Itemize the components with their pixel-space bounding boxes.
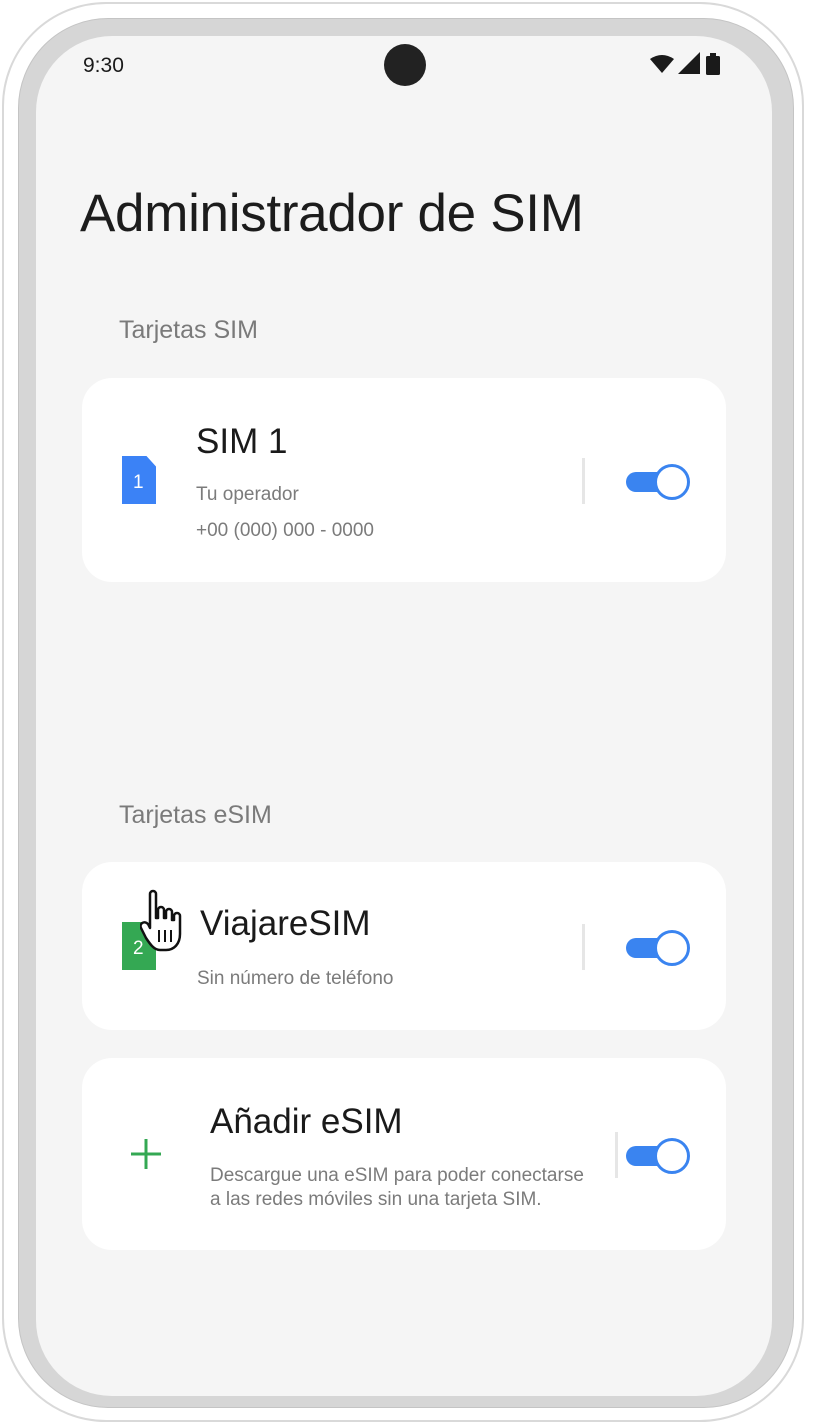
status-time: 9:30 bbox=[83, 54, 124, 77]
sim1-card[interactable]: 1 SIM 1 Tu operador +00 (000) 000 - 0000 bbox=[82, 378, 726, 582]
add-esim-description-line2: a las redes móviles sin una tarjeta SIM. bbox=[210, 1189, 542, 1210]
battery-icon bbox=[706, 53, 720, 75]
add-esim-description: Descargue una eSIM para poder conectarse… bbox=[210, 1164, 584, 1212]
screen: 9:30 Administrador de SIM Tarjetas SIM 1… bbox=[36, 36, 772, 1396]
sim1-toggle[interactable] bbox=[626, 464, 690, 500]
esim1-toggle[interactable] bbox=[626, 930, 690, 966]
signal-icon bbox=[678, 52, 700, 74]
sim1-operator: Tu operador bbox=[196, 484, 299, 505]
toggle-thumb bbox=[654, 930, 690, 966]
add-esim-description-line1: Descargue una eSIM para poder conectarse bbox=[210, 1165, 584, 1186]
section-label-sim: Tarjetas SIM bbox=[119, 316, 258, 344]
esim-card-icon: 2 bbox=[122, 922, 156, 970]
esim1-name: ViajareSIM bbox=[200, 904, 371, 943]
toggle-thumb bbox=[654, 1138, 690, 1174]
add-esim-title: Añadir eSIM bbox=[210, 1102, 403, 1141]
esim1-card[interactable]: 2 ViajareSIM Sin número de teléfono bbox=[82, 862, 726, 1030]
status-icons bbox=[650, 52, 720, 75]
card-divider bbox=[615, 1132, 618, 1178]
wifi-icon bbox=[650, 55, 674, 73]
sim-card-icon: 1 bbox=[122, 456, 156, 504]
add-esim-card[interactable]: Añadir eSIM Descargue una eSIM para pode… bbox=[82, 1058, 726, 1250]
sim1-name: SIM 1 bbox=[196, 422, 288, 461]
page-title: Administrador de SIM bbox=[80, 184, 584, 243]
card-divider bbox=[582, 924, 585, 970]
esim1-phone: Sin número de teléfono bbox=[197, 968, 394, 989]
add-esim-toggle[interactable] bbox=[626, 1138, 690, 1174]
section-label-esim: Tarjetas eSIM bbox=[119, 801, 272, 829]
front-camera bbox=[384, 44, 426, 86]
plus-icon bbox=[131, 1139, 161, 1169]
sim1-phone: +00 (000) 000 - 0000 bbox=[196, 520, 374, 541]
card-divider bbox=[582, 458, 585, 504]
toggle-thumb bbox=[654, 464, 690, 500]
